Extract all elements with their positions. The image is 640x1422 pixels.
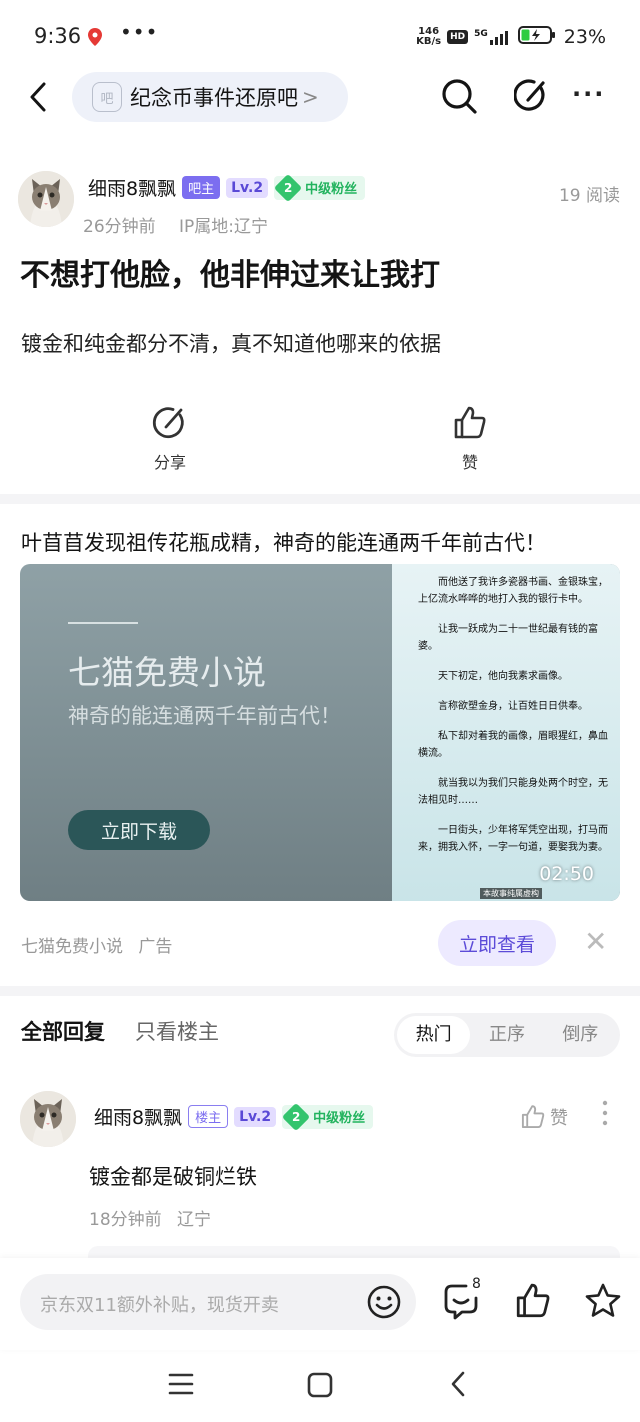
battery-level: 23% <box>563 26 606 48</box>
sort-switch: 热门 正序 倒序 <box>394 1013 620 1057</box>
back-icon <box>451 1371 465 1397</box>
ad-download-button[interactable]: 立即下载 <box>68 810 210 850</box>
share-icon <box>152 407 184 439</box>
comment-like-button[interactable]: 赞 <box>520 1104 568 1130</box>
net-speed: 146 KB/s <box>416 26 442 47</box>
comment-more-icon[interactable] <box>602 1100 608 1126</box>
comment-meta: 18分钟前 辽宁 <box>89 1205 211 1230</box>
search-button[interactable] <box>440 77 478 119</box>
forum-logo-icon: 吧 <box>92 82 122 112</box>
hd-icon: HD <box>447 30 469 44</box>
reply-placeholder: 京东双11额外补贴，现货开卖 <box>40 1295 279 1316</box>
top-nav: 吧 纪念币事件还原吧 > ··· <box>0 72 640 122</box>
post-meta: 26分钟前 IP属地:辽宁 <box>83 212 268 237</box>
level-badge: Lv.2 <box>234 1106 277 1127</box>
ad-brand: 七猫免费小说 <box>68 653 266 692</box>
post-author-row: 细雨8飘飘 吧主 Lv.2 2 中级粉丝 <box>88 173 366 202</box>
sort-ascending[interactable]: 正序 <box>470 1016 543 1054</box>
close-icon[interactable]: ✕ <box>584 928 607 956</box>
commenter-avatar[interactable] <box>20 1091 76 1147</box>
favorite-button[interactable] <box>584 1282 622 1324</box>
fan-level-icon: 2 <box>281 1102 311 1131</box>
status-bar: 9:36 ••• 146 KB/s HD 5G 23% <box>0 0 640 72</box>
smile-icon <box>367 1285 401 1319</box>
edit-button[interactable] <box>513 77 550 119</box>
read-count: 19 阅读 <box>558 186 620 206</box>
comment-time: 18分钟前 <box>89 1210 162 1230</box>
ad-label: 广告 <box>138 937 173 957</box>
post-body: 镀金和纯金都分不清，真不知道他哪来的依据 <box>21 332 441 356</box>
search-icon <box>442 79 477 114</box>
system-back-button[interactable] <box>448 1370 468 1402</box>
section-divider <box>0 986 640 996</box>
location-pin-icon <box>88 28 102 50</box>
home-icon <box>307 1372 333 1398</box>
post-title: 不想打他脸，他非伸过来让我打 <box>20 258 440 293</box>
fan-badge: 2 中级粉丝 <box>281 1102 374 1131</box>
post-time: 26分钟前 <box>83 217 156 237</box>
thumbs-up-icon <box>454 406 486 439</box>
post-ip: IP属地:辽宁 <box>179 217 269 237</box>
signal-icon: 5G <box>474 29 512 45</box>
video-duration: 02:50 <box>539 863 594 885</box>
chevron-right-icon: > <box>302 85 319 109</box>
commenter-name[interactable]: 细雨8飘飘 <box>94 1103 182 1130</box>
ad-source-name: 七猫免费小说 <box>21 937 123 957</box>
ad-caption: 本故事纯属虚构 <box>480 888 542 899</box>
sort-descending[interactable]: 倒序 <box>544 1016 617 1054</box>
ad-title[interactable]: 叶苜苜发现祖传花瓶成精，神奇的能连通两千年前古代！ <box>21 527 546 557</box>
level-badge: Lv.2 <box>226 177 269 198</box>
tab-owner-only[interactable]: 只看楼主 <box>135 1016 219 1046</box>
menu-button[interactable] <box>168 1372 194 1400</box>
ad-source: 七猫免费小说 广告 <box>21 932 172 957</box>
cat-avatar-icon <box>20 1091 76 1147</box>
comment-count: 8 <box>472 1276 481 1292</box>
owner-badge: 楼主 <box>188 1105 229 1128</box>
status-more-icon: ••• <box>120 20 159 44</box>
section-divider <box>0 494 640 504</box>
thumbs-up-icon <box>516 1283 550 1318</box>
comment-like-label: 赞 <box>550 1108 568 1129</box>
home-button[interactable] <box>307 1372 333 1402</box>
fan-level-icon: 2 <box>273 173 303 202</box>
ad-slogan: 神奇的能连通两千年前古代！ <box>68 704 341 728</box>
author-name[interactable]: 细雨8飘飘 <box>88 174 176 201</box>
ad-divider-line <box>68 622 138 624</box>
edit-icon <box>513 79 545 111</box>
role-badge: 吧主 <box>182 176 221 199</box>
sort-hot[interactable]: 热门 <box>397 1016 471 1054</box>
reply-tabs: 全部回复 只看楼主 <box>21 1016 219 1046</box>
forum-entry[interactable]: 吧 纪念币事件还原吧 > <box>72 72 348 122</box>
bottom-reply-bar: 京东双11额外补贴，现货开卖 8 <box>0 1258 640 1350</box>
fan-badge: 2 中级粉丝 <box>273 173 366 202</box>
reply-input[interactable]: 京东双11额外补贴，现货开卖 <box>20 1274 416 1330</box>
share-label: 分享 <box>153 453 186 472</box>
comment-text: 镀金都是破铜烂铁 <box>89 1165 257 1189</box>
emoji-button[interactable] <box>366 1284 402 1324</box>
comment-location: 辽宁 <box>177 1210 212 1230</box>
forum-name: 纪念币事件还原吧 <box>130 86 298 110</box>
battery-icon <box>517 26 556 48</box>
like-post-button[interactable]: 赞 <box>440 405 500 473</box>
more-button[interactable]: ··· <box>572 80 605 108</box>
ad-story-panel: 而他送了我许多瓷器书画、金银珠宝，上亿流水哗哗的地打入我的银行卡中。 让我一跃成… <box>392 564 620 901</box>
share-button[interactable]: 分享 <box>140 405 200 473</box>
system-nav-bar <box>0 1350 640 1422</box>
back-button[interactable] <box>24 80 54 114</box>
ad-view-button[interactable]: 立即查看 <box>438 920 556 966</box>
menu-icon <box>168 1373 194 1395</box>
tab-all-replies[interactable]: 全部回复 <box>21 1016 105 1046</box>
commenter-row: 细雨8飘飘 楼主 Lv.2 2 中级粉丝 <box>94 1102 374 1131</box>
star-icon <box>585 1283 621 1317</box>
cat-avatar-icon <box>18 171 74 227</box>
ad-video[interactable]: 七猫免费小说 神奇的能连通两千年前古代！ 立即下载 而他送了我许多瓷器书画、金银… <box>20 564 620 901</box>
author-avatar[interactable] <box>18 171 74 227</box>
like-label: 赞 <box>461 453 478 472</box>
like-button[interactable] <box>514 1282 552 1324</box>
status-time: 9:36 <box>34 24 82 48</box>
thumbs-up-icon <box>521 1105 545 1129</box>
